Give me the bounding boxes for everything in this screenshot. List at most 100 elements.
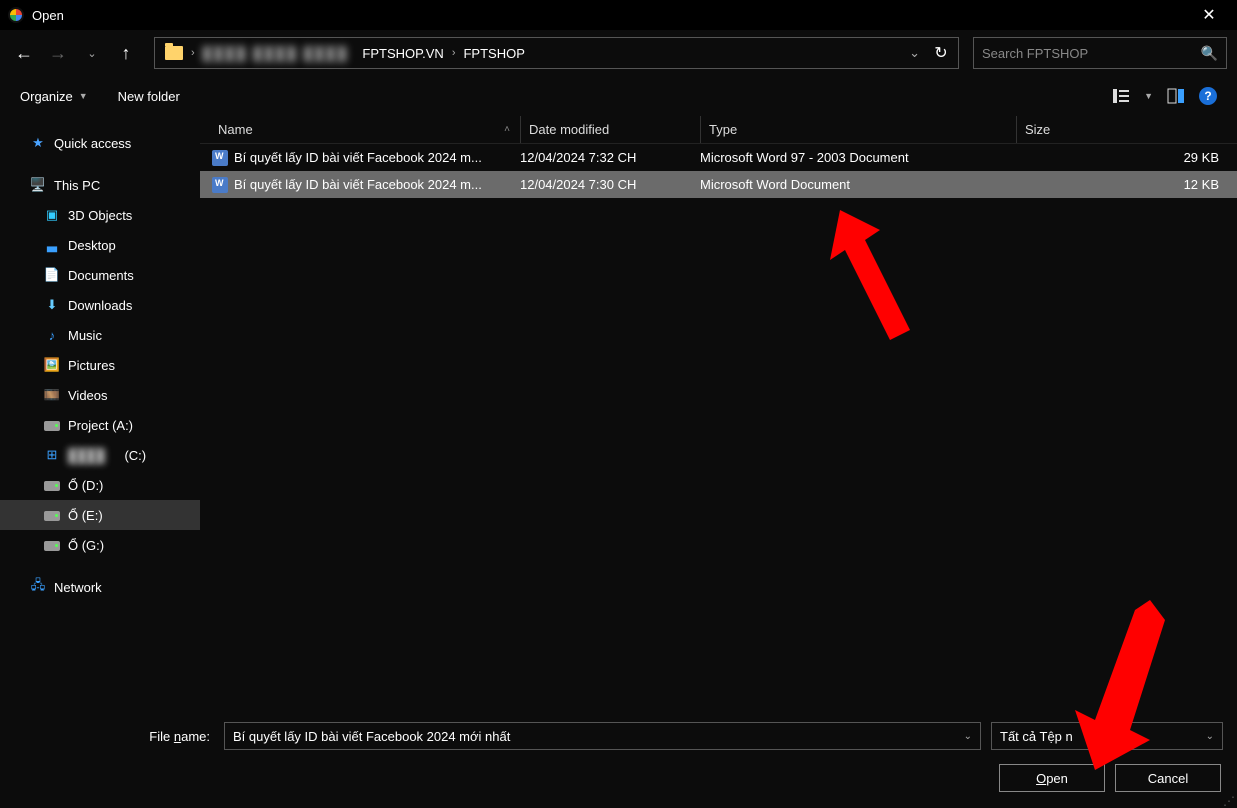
up-button[interactable]: ↑ <box>112 39 140 67</box>
drive-icon <box>44 417 60 433</box>
col-size-header[interactable]: Size <box>1016 116 1237 143</box>
pictures-icon: 🖼️ <box>44 357 60 373</box>
toolbar: Organize ▼ New folder ▼ ? <box>0 76 1237 116</box>
sidebar-item-label: This PC <box>54 178 100 193</box>
sidebar-documents[interactable]: 📄Documents <box>0 260 200 290</box>
preview-pane-icon[interactable] <box>1167 87 1185 105</box>
breadcrumb-seg-hidden[interactable]: ████ ████ ████ <box>197 38 355 68</box>
sidebar-item-label: Quick access <box>54 136 131 151</box>
sidebar-item-label: Documents <box>68 268 134 283</box>
sidebar: ★ Quick access 🖥️ This PC ▣ 3D Objects ▃D… <box>0 116 200 706</box>
file-row[interactable]: Bí quyết lấy ID bài viết Facebook 2024 m… <box>200 144 1237 171</box>
sidebar-item-label: Pictures <box>68 358 115 373</box>
drive-icon <box>44 477 60 493</box>
sidebar-desktop[interactable]: ▃Desktop <box>0 230 200 260</box>
col-date-header[interactable]: Date modified <box>520 116 700 143</box>
file-name-label: File name: <box>14 729 214 744</box>
cancel-button[interactable]: Cancel <box>1115 764 1221 792</box>
chevron-right-icon: › <box>191 47 195 59</box>
sidebar-network[interactable]: 🖧Network <box>0 572 200 602</box>
header-label: Name <box>218 122 253 137</box>
sidebar-item-label: Ổ (D:) <box>68 478 103 493</box>
sidebar-drive-g[interactable]: Ổ (G:) <box>0 530 200 560</box>
file-name-combobox[interactable]: ⌄ <box>224 722 981 750</box>
breadcrumb-seg-1[interactable]: FPTSHOP.VN <box>356 38 449 68</box>
breadcrumb-seg-2[interactable]: FPTSHOP <box>457 38 530 68</box>
windows-drive-icon: ⊞ <box>44 447 60 463</box>
word-doc-icon <box>212 150 228 166</box>
nav-row: ← → ⌄ ↑ › ████ ████ ████ FPTSHOP.VN › FP… <box>0 30 1237 76</box>
resize-grip-icon[interactable]: ⋰ <box>1223 797 1235 805</box>
filter-label: Tất cả Tệp n <box>1000 729 1073 744</box>
sidebar-item-label: Network <box>54 580 102 595</box>
sidebar-item-label: Project (A:) <box>68 418 133 433</box>
file-row[interactable]: Bí quyết lấy ID bài viết Facebook 2024 m… <box>200 171 1237 198</box>
sidebar-music[interactable]: ♪Music <box>0 320 200 350</box>
titlebar: Open ✕ <box>0 0 1237 30</box>
chevron-right-icon: › <box>452 47 456 59</box>
sidebar-item-label: Desktop <box>68 238 116 253</box>
chevron-down-icon[interactable]: ⌄ <box>909 45 920 61</box>
file-type: Microsoft Word Document <box>700 177 1016 192</box>
sidebar-item-label: Downloads <box>68 298 132 313</box>
file-type-filter[interactable]: Tất cả Tệp n ⌄ <box>991 722 1223 750</box>
chevron-down-icon: ▼ <box>79 91 88 101</box>
sidebar-videos[interactable]: 🎞️Videos <box>0 380 200 410</box>
sort-caret-icon: ˄ <box>504 124 510 135</box>
file-type: Microsoft Word 97 - 2003 Document <box>700 150 1016 165</box>
sidebar-drive-a[interactable]: Project (A:) <box>0 410 200 440</box>
sidebar-drive-c[interactable]: ⊞████ (C:) <box>0 440 200 470</box>
main-area: ★ Quick access 🖥️ This PC ▣ 3D Objects ▃D… <box>0 116 1237 706</box>
window-title: Open <box>32 8 1189 23</box>
sidebar-quick-access[interactable]: ★ Quick access <box>0 128 200 158</box>
search-input[interactable] <box>982 46 1201 61</box>
back-button[interactable]: ← <box>10 39 38 67</box>
header-label: Type <box>709 122 737 137</box>
col-name-header[interactable]: Name ˄ <box>200 116 520 143</box>
chevron-down-icon[interactable]: ▼ <box>1144 91 1153 101</box>
help-icon[interactable]: ? <box>1199 87 1217 105</box>
sidebar-this-pc[interactable]: 🖥️ This PC <box>0 170 200 200</box>
header-label: Size <box>1025 122 1050 137</box>
forward-button[interactable]: → <box>44 39 72 67</box>
col-type-header[interactable]: Type <box>700 116 1016 143</box>
column-headers: Name ˄ Date modified Type Size <box>200 116 1237 144</box>
search-box[interactable]: 🔍 <box>973 37 1227 69</box>
pc-icon: 🖥️ <box>30 177 46 193</box>
drive-icon <box>44 537 60 553</box>
refresh-button[interactable]: ↻ <box>928 43 954 63</box>
footer: File name: ⌄ Tất cả Tệp n ⌄ Open Cancel <box>0 706 1237 800</box>
sidebar-3d-objects[interactable]: ▣ 3D Objects <box>0 200 200 230</box>
sidebar-drive-e[interactable]: Ổ (E:) <box>0 500 200 530</box>
file-date: 12/04/2024 7:30 CH <box>520 177 700 192</box>
chevron-down-icon[interactable]: ⌄ <box>964 731 972 742</box>
sidebar-item-label: (C:) <box>124 448 146 463</box>
header-label: Date modified <box>529 122 609 137</box>
folder-icon <box>165 46 183 60</box>
word-doc-icon <box>212 177 228 193</box>
organize-menu[interactable]: Organize ▼ <box>20 89 88 104</box>
open-button[interactable]: Open <box>999 764 1105 792</box>
new-folder-button[interactable]: New folder <box>118 89 180 104</box>
sidebar-pictures[interactable]: 🖼️ Pictures <box>0 350 200 380</box>
view-details-icon[interactable] <box>1112 87 1130 105</box>
sidebar-item-label: Ổ (E:) <box>68 508 103 523</box>
breadcrumb[interactable]: › ████ ████ ████ FPTSHOP.VN › FPTSHOP ⌄ … <box>154 37 959 69</box>
close-button[interactable]: ✕ <box>1189 5 1229 25</box>
file-name: Bí quyết lấy ID bài viết Facebook 2024 m… <box>234 150 482 165</box>
organize-label: Organize <box>20 89 73 104</box>
file-name: Bí quyết lấy ID bài viết Facebook 2024 m… <box>234 177 482 192</box>
cube-icon: ▣ <box>44 207 60 223</box>
chrome-icon <box>8 7 24 23</box>
sidebar-item-label: 3D Objects <box>68 208 132 223</box>
recent-dropdown[interactable]: ⌄ <box>78 39 106 67</box>
star-icon: ★ <box>30 135 46 151</box>
download-icon: ⬇ <box>44 297 60 313</box>
sidebar-drive-d[interactable]: Ổ (D:) <box>0 470 200 500</box>
sidebar-item-label: Music <box>68 328 102 343</box>
sidebar-item-label: Ổ (G:) <box>68 538 104 553</box>
file-date: 12/04/2024 7:32 CH <box>520 150 700 165</box>
file-size: 29 KB <box>1016 150 1237 165</box>
file-name-input[interactable] <box>233 729 964 744</box>
sidebar-downloads[interactable]: ⬇ Downloads <box>0 290 200 320</box>
